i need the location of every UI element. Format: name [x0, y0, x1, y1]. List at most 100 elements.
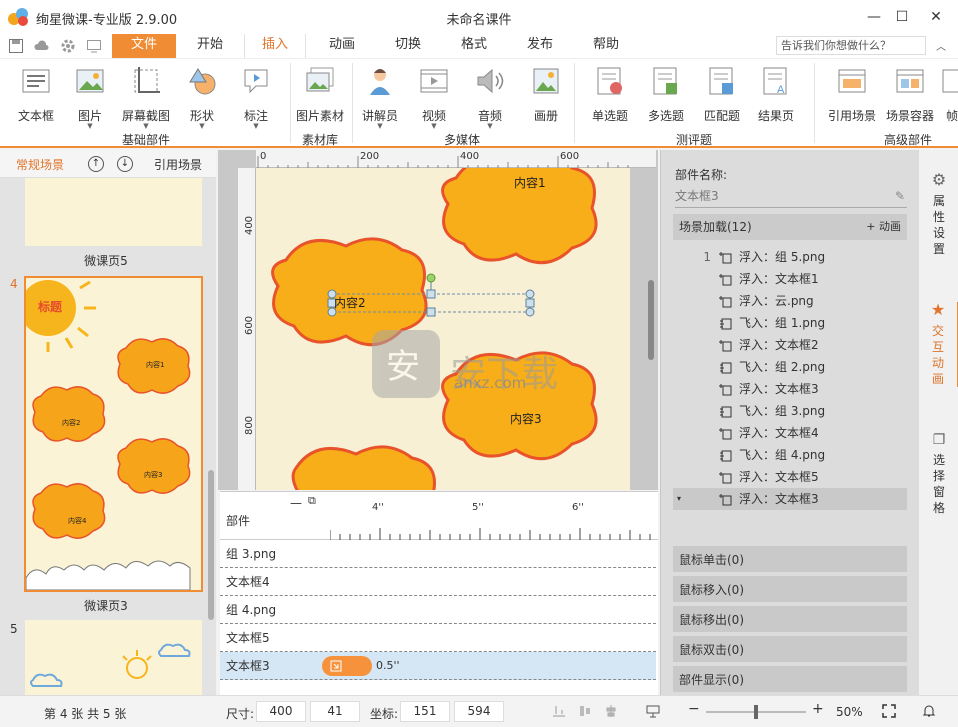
- tab-file[interactable]: 文件: [112, 34, 176, 58]
- y-field[interactable]: 594: [454, 701, 504, 722]
- result-page-button[interactable]: A 结果页: [746, 65, 806, 125]
- frame-button[interactable]: 帧: [926, 65, 958, 125]
- tab-normal-scenes[interactable]: 常规场景: [16, 156, 64, 173]
- animation-item[interactable]: 飞入：组 3.png: [673, 400, 907, 422]
- tab-transition[interactable]: 切换: [378, 34, 438, 58]
- animation-item[interactable]: 1 浮入：组 5.png: [673, 246, 907, 268]
- content-label-2[interactable]: 内容2: [334, 294, 366, 311]
- animation-item[interactable]: 飞入：组 1.png: [673, 312, 907, 334]
- event-mouse-click[interactable]: 鼠标单击(0): [673, 546, 907, 574]
- edit-pencil-icon[interactable]: ✎: [895, 186, 905, 206]
- tab-properties[interactable]: ⚙ 属性设置: [919, 172, 958, 257]
- x-field[interactable]: 151: [400, 701, 450, 722]
- animation-item[interactable]: 飞入：组 4.png: [673, 444, 907, 466]
- video-button[interactable]: 视频 ▼: [404, 65, 464, 130]
- animation-duration-bar[interactable]: [322, 656, 372, 676]
- shape-dropdown-icon[interactable]: ▼: [172, 122, 232, 130]
- restore-timeline-icon[interactable]: ⧉: [308, 494, 316, 508]
- album-button[interactable]: 画册: [516, 65, 576, 125]
- editing-canvas[interactable]: 0 200 400 600 400 600 800 安 安下载 内容1 内容2 …: [218, 150, 658, 490]
- timeline-row-selected[interactable]: 文本框3 0.5'': [220, 652, 656, 680]
- annotation-dropdown-icon[interactable]: ▼: [226, 122, 286, 130]
- save-icon[interactable]: [8, 38, 24, 54]
- event-mouse-double-click[interactable]: 鼠标双击(0): [673, 636, 907, 664]
- screenshot-button[interactable]: 屏幕截图 ▼: [116, 65, 176, 130]
- zoom-slider-handle[interactable]: [754, 705, 758, 719]
- tab-reference-scenes[interactable]: 引用场景: [154, 156, 202, 173]
- animation-item[interactable]: 浮入：文本框2: [673, 334, 907, 356]
- tab-help[interactable]: 帮助: [576, 34, 636, 58]
- audio-dropdown-icon[interactable]: ▼: [460, 122, 520, 130]
- part-name-field[interactable]: 文本框3 ✎: [675, 186, 907, 208]
- tab-selection-pane[interactable]: ❐ 选择窗格: [919, 432, 958, 516]
- animation-item[interactable]: 浮入：文本框3: [673, 378, 907, 400]
- single-choice-button[interactable]: 单选题: [580, 65, 640, 125]
- scene-load-header[interactable]: 场景加载(12) + 动画: [673, 214, 907, 240]
- distribute-icon[interactable]: [578, 704, 592, 718]
- move-up-icon[interactable]: ↑: [88, 156, 104, 172]
- minimize-button[interactable]: —: [860, 4, 888, 30]
- align-bottom-icon[interactable]: [552, 704, 566, 718]
- add-animation-button[interactable]: + 动画: [866, 214, 901, 240]
- timeline-row[interactable]: 组 4.png: [220, 596, 656, 624]
- slide-thumbnail-3[interactable]: 标题 内容1 内容2 内容3 内容4: [24, 276, 203, 592]
- video-dropdown-icon[interactable]: ▼: [404, 122, 464, 130]
- timeline-row[interactable]: 文本框4: [220, 568, 656, 596]
- image-button[interactable]: 图片 ▼: [60, 65, 120, 130]
- event-mouse-enter[interactable]: 鼠标移入(0): [673, 576, 907, 604]
- timeline-row[interactable]: 组 3.png: [220, 540, 656, 568]
- animation-item[interactable]: 浮入：文本框4: [673, 422, 907, 444]
- tab-interactive-animation[interactable]: ★ 交互动画: [919, 302, 958, 387]
- zoom-out-button[interactable]: −: [688, 701, 700, 717]
- collapse-ribbon-icon[interactable]: ︿: [936, 38, 946, 53]
- textbox-button[interactable]: 文本框: [6, 65, 66, 125]
- cloud-upload-icon[interactable]: [34, 38, 50, 54]
- scene-scrollbar-thumb[interactable]: [208, 470, 214, 620]
- move-down-icon[interactable]: ↓: [117, 156, 133, 172]
- reference-scene-button[interactable]: 引用场景: [822, 65, 882, 125]
- preview-icon[interactable]: [86, 38, 102, 54]
- help-search-input[interactable]: 告诉我们你想做什么？: [776, 36, 926, 55]
- animation-item[interactable]: 浮入：文本框1: [673, 268, 907, 290]
- tab-insert[interactable]: 插入: [244, 34, 306, 58]
- shape-button[interactable]: 形状 ▼: [172, 65, 232, 130]
- presenter-dropdown-icon[interactable]: ▼: [350, 122, 410, 130]
- tab-animation[interactable]: 动画: [312, 34, 372, 58]
- animation-item[interactable]: 浮入：文本框5: [673, 466, 907, 488]
- slide-page[interactable]: 安 安下载 内容1 内容2 内容3 anxz.com: [256, 168, 630, 490]
- event-mouse-leave[interactable]: 鼠标移出(0): [673, 606, 907, 634]
- content-label-1[interactable]: 内容1: [514, 174, 546, 191]
- multi-choice-button[interactable]: 多选题: [636, 65, 696, 125]
- zoom-in-button[interactable]: +: [812, 701, 824, 717]
- width-field[interactable]: 400: [256, 701, 306, 722]
- matching-button[interactable]: 匹配题: [692, 65, 752, 125]
- close-button[interactable]: ✕: [922, 4, 950, 30]
- image-dropdown-icon[interactable]: ▼: [60, 122, 120, 130]
- ruler-label: 400: [244, 215, 256, 236]
- event-part-show[interactable]: 部件显示(0): [673, 666, 907, 694]
- presenter-button[interactable]: 讲解员 ▼: [350, 65, 410, 130]
- tab-publish[interactable]: 发布: [510, 34, 570, 58]
- tab-format[interactable]: 格式: [444, 34, 504, 58]
- slide-thumbnail-5[interactable]: [25, 178, 202, 246]
- timeline-row[interactable]: 文本框5: [220, 624, 656, 652]
- content-label-3[interactable]: 内容3: [510, 410, 542, 427]
- tab-home[interactable]: 开始: [180, 34, 240, 58]
- slide-thumbnail-5b[interactable]: [25, 620, 202, 695]
- audio-button[interactable]: 音频 ▼: [460, 65, 520, 130]
- expand-caret-icon[interactable]: ▾: [677, 488, 681, 510]
- animation-item[interactable]: 浮入：云.png: [673, 290, 907, 312]
- fit-screen-icon[interactable]: [882, 704, 896, 718]
- canvas-scrollbar-thumb[interactable]: [648, 280, 654, 360]
- animation-item[interactable]: 飞入：组 2.png: [673, 356, 907, 378]
- maximize-button[interactable]: ☐: [888, 4, 916, 30]
- notification-bell-icon[interactable]: [922, 704, 936, 718]
- align-center-icon[interactable]: [604, 704, 618, 718]
- minimize-timeline-icon[interactable]: —: [290, 496, 302, 510]
- present-icon[interactable]: [646, 704, 660, 718]
- settings-icon[interactable]: [60, 38, 76, 54]
- animation-item[interactable]: ▾ 浮入：文本框3: [673, 488, 907, 510]
- annotation-button[interactable]: 标注 ▼: [226, 65, 286, 130]
- image-material-button[interactable]: 图片素材: [290, 65, 350, 125]
- height-field[interactable]: 41: [310, 701, 360, 722]
